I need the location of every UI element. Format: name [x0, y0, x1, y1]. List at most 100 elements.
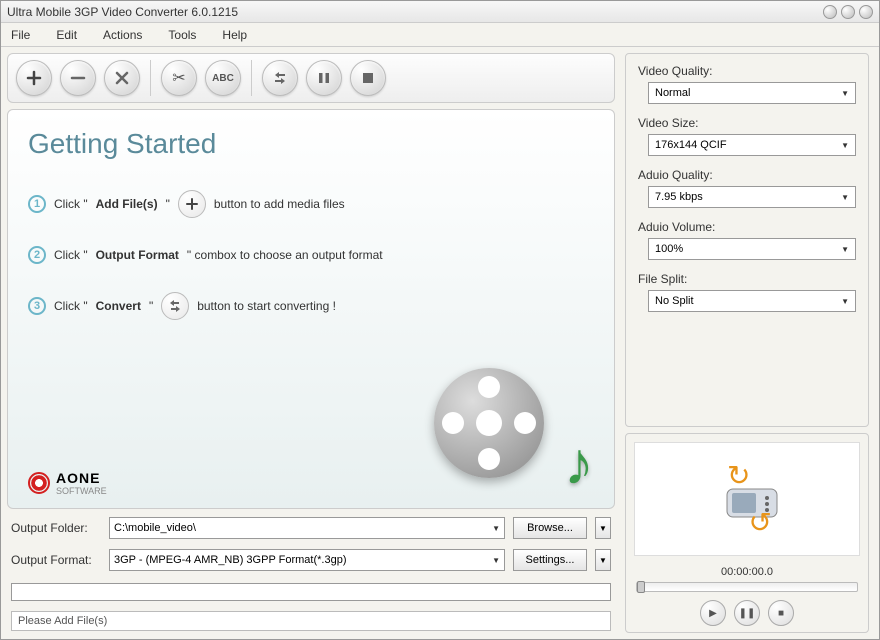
plus-icon [178, 190, 206, 218]
toolbar-separator [150, 60, 151, 96]
step3-text-c: " [149, 299, 153, 313]
film-reel-icon [434, 368, 554, 488]
play-button[interactable]: ▶ [700, 600, 726, 626]
menu-tools[interactable]: Tools [168, 28, 196, 42]
file-split-group: File Split: No Split ▼ [638, 272, 856, 312]
settings-button[interactable]: Settings... [513, 549, 587, 571]
step2-text-a: Click " [54, 248, 88, 262]
minimize-button[interactable] [823, 5, 837, 19]
brand-text: AONE SOFTWARE [56, 470, 107, 496]
audio-volume-label: Aduio Volume: [638, 220, 856, 234]
audio-quality-select[interactable]: 7.95 kbps ▼ [648, 186, 856, 208]
settings-block: Video Quality: Normal ▼ Video Size: 176x… [625, 53, 869, 427]
step3-text-d: button to start converting ! [197, 299, 336, 313]
step1-text-a: Click " [54, 197, 88, 211]
step-2: 2 Click " Output Format " combox to choo… [28, 246, 594, 264]
seek-bar[interactable] [636, 582, 858, 592]
convert-button[interactable] [262, 60, 298, 96]
video-size-label: Video Size: [638, 116, 856, 130]
step2-text-c: " combox to choose an output format [187, 248, 383, 262]
brand: AONE SOFTWARE [28, 470, 107, 496]
output-folder-value: C:\mobile_video\ [114, 522, 196, 534]
menu-edit[interactable]: Edit [56, 28, 77, 42]
seek-thumb[interactable] [637, 581, 645, 593]
pause-button[interactable] [306, 60, 342, 96]
status-text: Please Add File(s) [18, 615, 107, 627]
browse-dropdown[interactable]: ▼ [595, 517, 611, 539]
step1-bold: Add File(s) [96, 197, 158, 211]
time-display: 00:00:00.0 [626, 564, 868, 580]
audio-quality-label: Aduio Quality: [638, 168, 856, 182]
pause-preview-button[interactable]: ❚❚ [734, 600, 760, 626]
add-button[interactable] [16, 60, 52, 96]
main-area: ✂ ABC Getting Started 1 Click " Add File… [1, 47, 879, 639]
chevron-down-icon: ▼ [841, 193, 849, 202]
progress-bar [11, 583, 611, 601]
step-1: 1 Click " Add File(s) " button to add me… [28, 190, 594, 218]
file-split-select[interactable]: No Split ▼ [648, 290, 856, 312]
maximize-button[interactable] [841, 5, 855, 19]
video-quality-label: Video Quality: [638, 64, 856, 78]
step3-text-a: Click " [54, 299, 88, 313]
chevron-down-icon: ▼ [492, 556, 500, 565]
output-format-select[interactable]: 3GP - (MPEG-4 AMR_NB) 3GPP Format(*.3gp)… [109, 549, 505, 571]
stop-button[interactable] [350, 60, 386, 96]
music-note-icon: ♪ [564, 429, 594, 498]
close-button[interactable] [859, 5, 873, 19]
file-split-label: File Split: [638, 272, 856, 286]
step1-text-c: " [166, 197, 170, 211]
output-folder-row: Output Folder: C:\mobile_video\ ▼ Browse… [7, 515, 615, 541]
chevron-down-icon: ▼ [841, 297, 849, 306]
step-number-2: 2 [28, 246, 46, 264]
video-quality-select[interactable]: Normal ▼ [648, 82, 856, 104]
chevron-down-icon: ▼ [841, 89, 849, 98]
video-size-select[interactable]: 176x144 QCIF ▼ [648, 134, 856, 156]
toolbar: ✂ ABC [7, 53, 615, 103]
rename-button[interactable]: ABC [205, 60, 241, 96]
menu-actions[interactable]: Actions [103, 28, 142, 42]
stop-preview-button[interactable]: ■ [768, 600, 794, 626]
browse-button[interactable]: Browse... [513, 517, 587, 539]
menu-file[interactable]: File [11, 28, 30, 42]
titlebar: Ultra Mobile 3GP Video Converter 6.0.121… [1, 1, 879, 23]
refresh-icon [161, 292, 189, 320]
step-number-3: 3 [28, 297, 46, 315]
phone-sync-icon: ↻ ↺ [697, 464, 797, 534]
preview-area: ↻ ↺ [634, 442, 860, 556]
step2-bold: Output Format [96, 248, 179, 262]
step3-bold: Convert [96, 299, 141, 313]
chevron-down-icon: ▼ [841, 245, 849, 254]
menu-help[interactable]: Help [222, 28, 247, 42]
audio-volume-select[interactable]: 100% ▼ [648, 238, 856, 260]
output-format-row: Output Format: 3GP - (MPEG-4 AMR_NB) 3GP… [7, 547, 615, 573]
app-window: Ultra Mobile 3GP Video Converter 6.0.121… [0, 0, 880, 640]
video-size-value: 176x144 QCIF [655, 139, 727, 151]
audio-quality-group: Aduio Quality: 7.95 kbps ▼ [638, 168, 856, 208]
brand-name: AONE [56, 470, 100, 486]
step-3: 3 Click " Convert " button to start conv… [28, 292, 594, 320]
remove-button[interactable] [60, 60, 96, 96]
settings-dropdown[interactable]: ▼ [595, 549, 611, 571]
cut-button[interactable]: ✂ [161, 60, 197, 96]
output-format-value: 3GP - (MPEG-4 AMR_NB) 3GPP Format(*.3gp) [114, 554, 347, 566]
chevron-down-icon: ▼ [492, 524, 500, 533]
step1-text-d: button to add media files [214, 197, 345, 211]
clear-button[interactable] [104, 60, 140, 96]
audio-quality-value: 7.95 kbps [655, 191, 703, 203]
step-number-1: 1 [28, 195, 46, 213]
audio-volume-group: Aduio Volume: 100% ▼ [638, 220, 856, 260]
status-bar: Please Add File(s) [11, 611, 611, 631]
brand-sub: SOFTWARE [56, 486, 107, 496]
window-controls [823, 5, 873, 19]
play-controls: ▶ ❚❚ ■ [626, 594, 868, 632]
getting-started-title: Getting Started [28, 128, 594, 160]
audio-volume-value: 100% [655, 243, 683, 255]
video-quality-value: Normal [655, 87, 690, 99]
output-format-label: Output Format: [11, 553, 101, 567]
content-panel: Getting Started 1 Click " Add File(s) " … [7, 109, 615, 509]
window-title: Ultra Mobile 3GP Video Converter 6.0.121… [7, 5, 823, 19]
video-quality-group: Video Quality: Normal ▼ [638, 64, 856, 104]
chevron-down-icon: ▼ [841, 141, 849, 150]
video-size-group: Video Size: 176x144 QCIF ▼ [638, 116, 856, 156]
output-folder-select[interactable]: C:\mobile_video\ ▼ [109, 517, 505, 539]
